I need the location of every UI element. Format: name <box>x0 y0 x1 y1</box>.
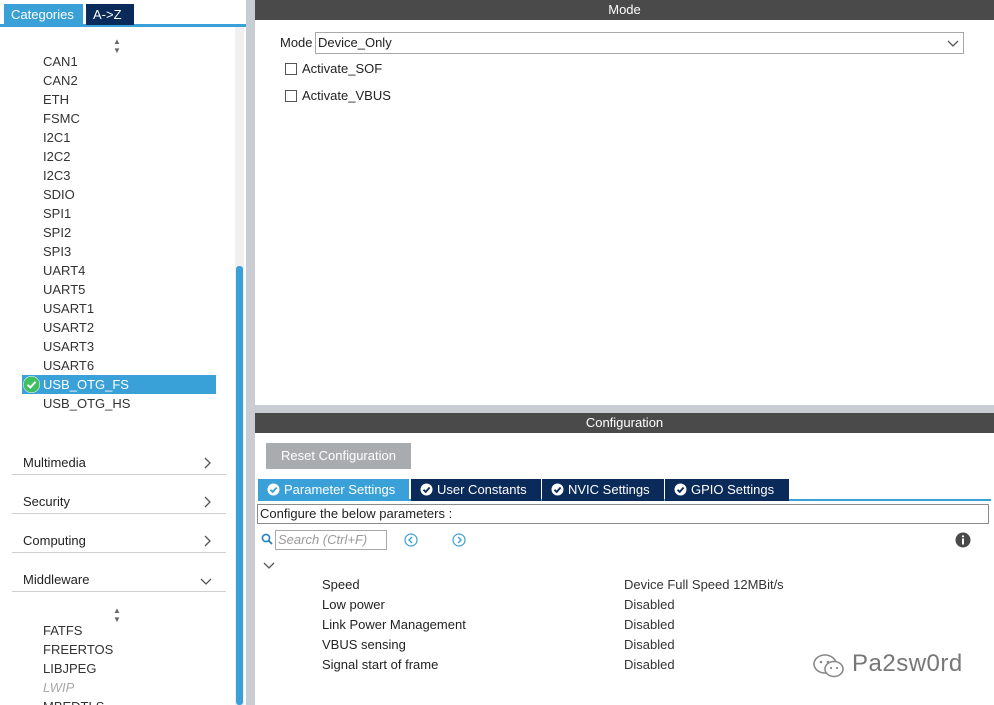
list-item[interactable]: UART5 <box>22 280 216 299</box>
previous-arrow-icon[interactable] <box>404 533 418 547</box>
check-circle-icon <box>420 483 433 496</box>
chevron-right-icon <box>204 496 211 508</box>
list-item[interactable]: ETH <box>22 90 216 109</box>
list-item[interactable]: FREERTOS <box>22 640 216 659</box>
category-computing[interactable]: Computing <box>12 515 226 553</box>
mode-header: Mode <box>255 0 994 20</box>
chevron-down-icon <box>947 40 959 47</box>
param-value: Disabled <box>624 637 675 652</box>
tab-parameter-settings[interactable]: Parameter Settings <box>258 479 409 501</box>
configuration-header: Configuration <box>255 413 994 433</box>
category-security[interactable]: Security <box>12 476 226 514</box>
list-item[interactable]: I2C2 <box>22 147 216 166</box>
param-value: Disabled <box>624 597 675 612</box>
list-item[interactable]: CAN2 <box>22 71 216 90</box>
param-value: Disabled <box>624 617 675 632</box>
search-icon <box>261 533 273 545</box>
param-value: Device Full Speed 12MBit/s <box>624 577 784 592</box>
mode-label: Mode <box>280 35 313 50</box>
param-name: Speed <box>322 577 360 592</box>
checkbox-label: Activate_VBUS <box>302 88 391 103</box>
panel-splitter[interactable] <box>255 405 994 413</box>
watermark-text: Pa2sw0rd <box>852 650 963 677</box>
list-item[interactable]: SPI2 <box>22 223 216 242</box>
check-circle-icon <box>674 483 687 496</box>
list-item[interactable]: USART1 <box>22 299 216 318</box>
tab-a-to-z[interactable]: A->Z <box>86 4 134 25</box>
category-label: Computing <box>23 533 86 548</box>
middleware-list: FATFS FREERTOS LIBJPEG LWIP MBEDTLS <box>22 621 216 705</box>
chevron-down-icon[interactable] <box>263 561 275 570</box>
list-item[interactable]: USB_OTG_HS <box>22 394 216 413</box>
list-item[interactable]: UART4 <box>22 261 216 280</box>
tab-nvic-settings[interactable]: NVIC Settings <box>542 479 664 501</box>
left-panel: Categories A->Z ▲ ▼ CAN1 CAN2 ETH FSMC I2… <box>0 0 246 705</box>
list-item[interactable]: USART3 <box>22 337 216 356</box>
list-item[interactable]: CAN1 <box>22 52 216 71</box>
list-item[interactable]: FATFS <box>22 621 216 640</box>
check-circle-icon <box>267 483 280 496</box>
list-item-disabled: LWIP <box>43 680 75 695</box>
list-item[interactable]: USART2 <box>22 318 216 337</box>
list-item[interactable]: LIBJPEG <box>22 659 216 678</box>
category-label: Multimedia <box>23 455 86 470</box>
list-item[interactable]: MBEDTLS <box>22 697 216 705</box>
list-item[interactable]: FSMC <box>22 109 216 128</box>
configure-hint: Configure the below parameters : <box>257 504 989 524</box>
mode-panel: Mode Mode Device_Only Activate_SOF Activ… <box>255 0 994 405</box>
chevron-right-icon <box>204 457 211 469</box>
check-circle-icon <box>23 376 40 393</box>
config-tabs: Parameter Settings User Constants NVIC S… <box>258 479 991 501</box>
category-label: Security <box>23 494 70 509</box>
scrollbar-thumb[interactable] <box>236 266 243 705</box>
table-row[interactable]: Link Power Management Disabled <box>322 615 982 635</box>
next-arrow-icon[interactable] <box>452 533 466 547</box>
list-item[interactable]: SPI1 <box>22 204 216 223</box>
search-input[interactable]: Search (Ctrl+F) <box>275 530 387 550</box>
param-name: Link Power Management <box>322 617 466 632</box>
category-middleware[interactable]: Middleware <box>12 554 226 592</box>
chevron-right-icon <box>204 535 211 547</box>
table-row[interactable]: Low power Disabled <box>322 595 982 615</box>
checkbox-label: Activate_SOF <box>302 61 383 76</box>
list-item-selected[interactable]: USB_OTG_FS <box>22 375 216 394</box>
mode-select-value: Device_Only <box>318 35 392 50</box>
tab-user-constants[interactable]: User Constants <box>411 479 541 501</box>
category-multimedia[interactable]: Multimedia <box>12 437 226 475</box>
list-item[interactable]: SDIO <box>22 185 216 204</box>
stm32cubemx-window: Categories A->Z ▲ ▼ CAN1 CAN2 ETH FSMC I2… <box>0 0 994 705</box>
connectivity-list: CAN1 CAN2 ETH FSMC I2C1 I2C2 I2C3 SDIO S… <box>22 52 216 413</box>
param-name: Signal start of frame <box>322 657 439 672</box>
param-name: Low power <box>322 597 385 612</box>
activate-vbus-checkbox[interactable] <box>285 90 297 102</box>
category-label: Middleware <box>23 572 90 587</box>
param-value: Disabled <box>624 657 675 672</box>
mode-select[interactable]: Device_Only <box>315 32 964 54</box>
reset-configuration-button[interactable]: Reset Configuration <box>266 443 411 469</box>
list-item[interactable]: I2C3 <box>22 166 216 185</box>
left-tabs: Categories A->Z <box>0 0 246 27</box>
param-name: VBUS sensing <box>322 637 406 652</box>
check-circle-icon <box>551 483 564 496</box>
activate-sof-checkbox[interactable] <box>285 63 297 75</box>
tab-gpio-settings[interactable]: GPIO Settings <box>665 479 789 501</box>
tab-categories[interactable]: Categories <box>4 4 83 25</box>
list-item[interactable]: SPI3 <box>22 242 216 261</box>
panel-divider[interactable] <box>246 0 255 705</box>
list-item[interactable]: USART6 <box>22 356 216 375</box>
chat-bubble-icon <box>813 654 844 678</box>
list-item[interactable]: I2C1 <box>22 128 216 147</box>
table-row[interactable]: Speed Device Full Speed 12MBit/s <box>322 575 982 595</box>
chevron-down-icon <box>200 578 212 585</box>
info-icon[interactable] <box>955 532 971 548</box>
